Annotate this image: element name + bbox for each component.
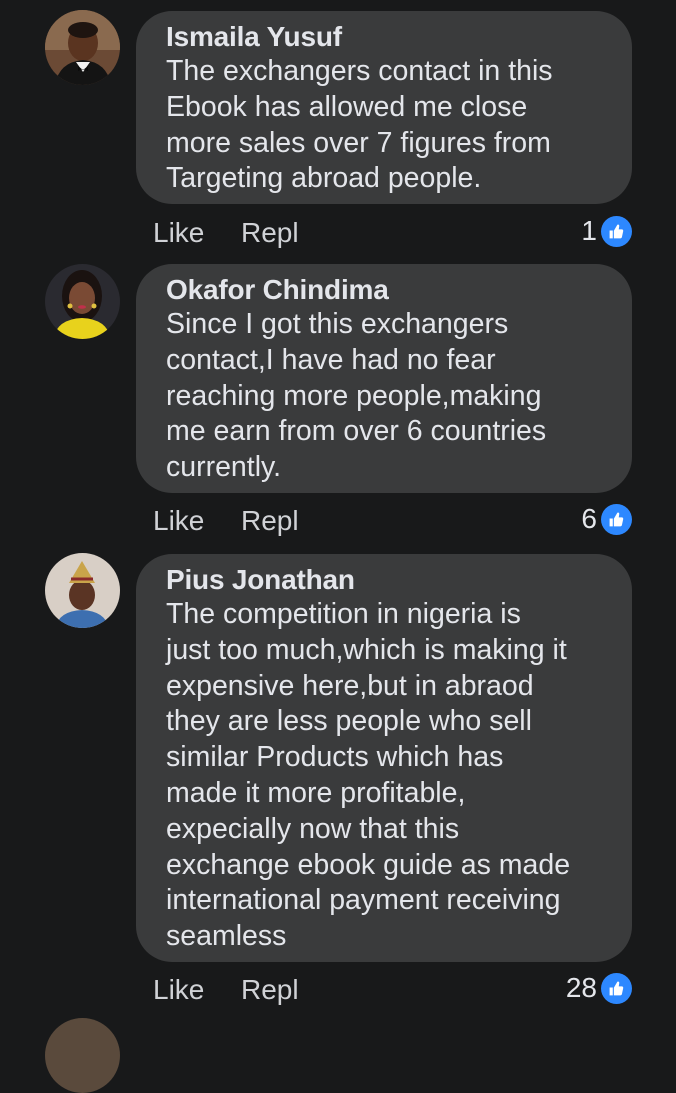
- comment-text: The exchangers contact in this Ebook has…: [166, 55, 553, 195]
- comment-actions: Like Repl 28: [153, 972, 632, 1014]
- reaction-summary[interactable]: 6: [581, 503, 632, 535]
- comment-author[interactable]: Pius Jonathan: [166, 563, 612, 597]
- avatar[interactable]: [45, 1018, 120, 1093]
- reaction-summary[interactable]: 1: [581, 215, 632, 247]
- comment-author[interactable]: Ismaila Yusuf: [166, 20, 612, 54]
- comment-text: Since I got this exchangers contact,I ha…: [166, 308, 547, 484]
- reaction-summary[interactable]: 28: [566, 972, 632, 1004]
- reaction-count: 1: [581, 215, 597, 246]
- thumbs-up-icon: [601, 972, 632, 1004]
- comment-bubble: Ismaila Yusuf The exchangers contact in …: [136, 11, 632, 204]
- reply-button[interactable]: Repl: [241, 217, 299, 249]
- comment-bubble: Pius Jonathan The competition in nigeria…: [136, 554, 632, 962]
- comment-actions: Like Repl 1: [153, 215, 632, 257]
- comment-actions: Like Repl 6: [153, 503, 632, 545]
- reply-button[interactable]: Repl: [241, 974, 299, 1006]
- comment-text: The competition in nigeria is just too m…: [166, 598, 571, 953]
- avatar[interactable]: [45, 264, 120, 339]
- like-button[interactable]: Like: [153, 505, 204, 537]
- reaction-count: 28: [565, 972, 597, 1003]
- comment-author[interactable]: Okafor Chindima: [166, 273, 612, 307]
- comment-bubble: Okafor Chindima Since I got this exchang…: [136, 264, 632, 493]
- avatar[interactable]: [45, 553, 120, 628]
- like-button[interactable]: Like: [153, 974, 204, 1006]
- reply-button[interactable]: Repl: [241, 505, 299, 537]
- like-button[interactable]: Like: [153, 217, 204, 249]
- thumbs-up-icon: [601, 503, 632, 535]
- thumbs-up-icon: [601, 215, 632, 247]
- reaction-count: 6: [581, 503, 597, 534]
- avatar[interactable]: [45, 10, 120, 85]
